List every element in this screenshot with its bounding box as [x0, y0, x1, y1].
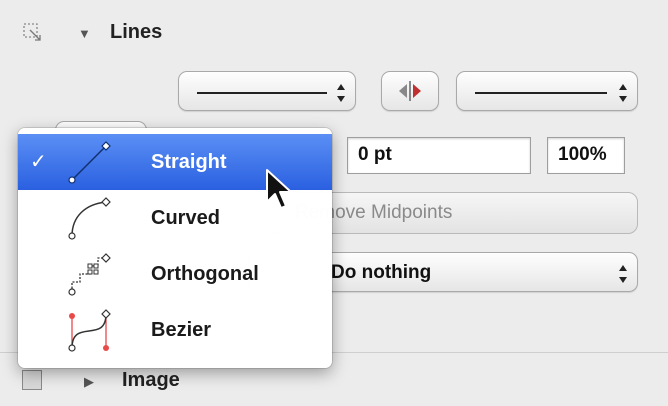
line-type-menu: ✓ Straight Curved Orthogonal Bezier	[18, 128, 332, 368]
lines-disclosure-triangle[interactable]: ▼	[78, 26, 91, 41]
line-width-field[interactable]: 0 pt	[347, 137, 531, 174]
straight-line-icon	[68, 141, 111, 184]
menu-item-label: Curved	[151, 207, 220, 229]
updown-arrows-icon	[337, 84, 345, 102]
lines-inspector-icon	[23, 23, 41, 41]
updown-arrows-icon	[619, 84, 627, 102]
bezier-line-icon	[68, 309, 111, 352]
image-inspector-icon	[22, 370, 42, 390]
orthogonal-line-icon	[68, 253, 111, 296]
menu-item-bezier[interactable]: Bezier	[18, 302, 332, 358]
line-hops-value: Do nothing	[331, 262, 432, 283]
image-section-title: Image	[122, 369, 180, 391]
updown-arrows-icon	[619, 265, 627, 283]
line-opacity-field[interactable]: 100%	[547, 137, 625, 174]
swap-ends-button[interactable]	[381, 71, 439, 111]
menu-item-label: Straight	[151, 151, 227, 173]
mouse-pointer-icon	[266, 169, 292, 209]
menu-item-orthogonal[interactable]: Orthogonal	[18, 246, 332, 302]
lines-section-title: Lines	[110, 21, 163, 43]
line-tail-select[interactable]	[178, 71, 356, 111]
line-head-select[interactable]	[456, 71, 638, 111]
menu-item-label: Bezier	[151, 319, 212, 341]
image-disclosure-triangle[interactable]: ▶	[84, 374, 94, 390]
swap-ends-icon	[399, 81, 421, 101]
checkmark-icon: ✓	[30, 151, 47, 173]
menu-item-label: Orthogonal	[151, 263, 259, 285]
curved-line-icon	[68, 197, 111, 240]
